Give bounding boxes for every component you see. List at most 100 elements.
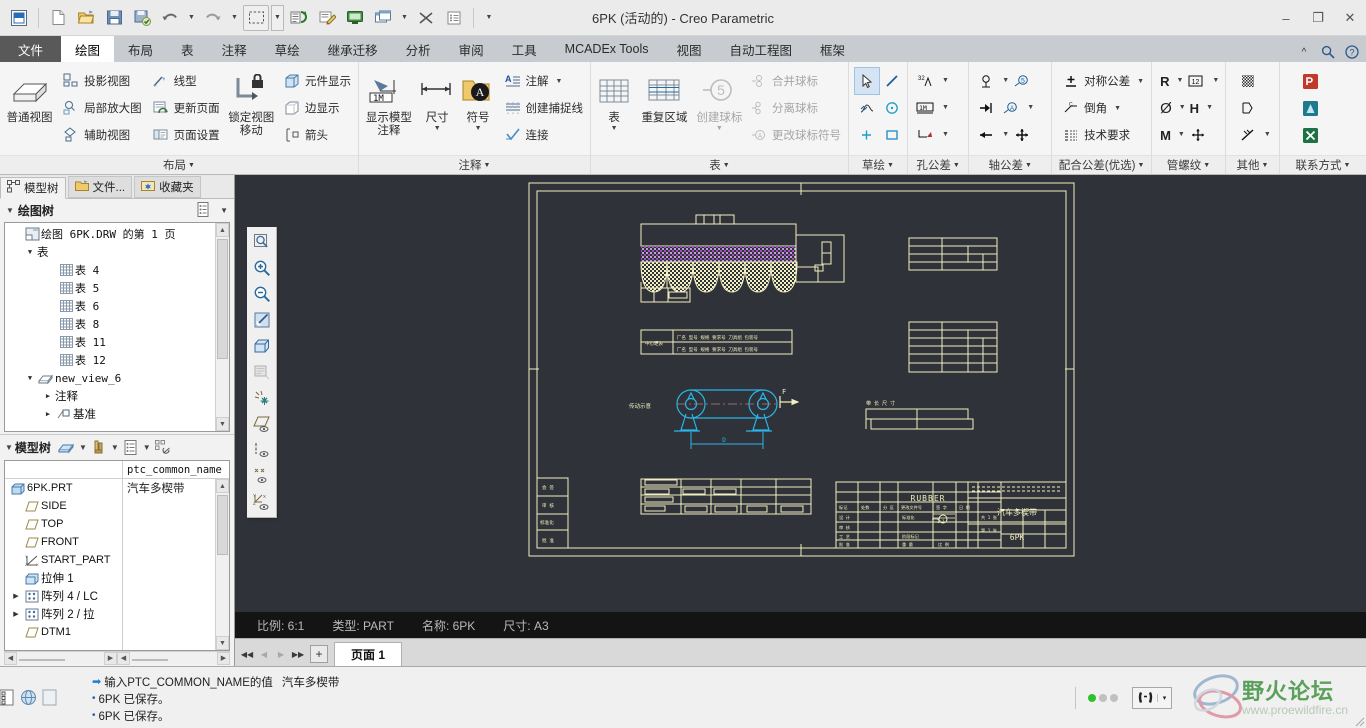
display-icon[interactable]: [342, 5, 368, 31]
search-icon[interactable]: [1320, 44, 1336, 60]
connect-button[interactable]: 连接: [500, 122, 588, 148]
geometric-tolerance-button[interactable]: [914, 122, 938, 148]
app-menu-icon[interactable]: [6, 5, 32, 31]
hscroll-right-arrow-icon-2[interactable]: ▶: [217, 651, 230, 665]
tab-frame[interactable]: 框架: [806, 36, 859, 62]
balloon-detail-caret-icon[interactable]: ▼: [1027, 95, 1034, 121]
chamfer-button[interactable]: C 倒角 ▼: [1058, 95, 1148, 121]
circle-tool-button[interactable]: [880, 95, 904, 121]
redo-icon[interactable]: [200, 5, 226, 31]
display-style-button[interactable]: [249, 333, 275, 359]
chamfer-caret-icon[interactable]: ▼: [1114, 105, 1121, 112]
datum-feature-button[interactable]: [974, 68, 998, 94]
symbol-caret-icon[interactable]: ▼: [475, 125, 482, 133]
settings-list-caret-icon[interactable]: ▼: [143, 443, 151, 452]
symmetric-tolerance-button[interactable]: 对称公差 ▼: [1058, 68, 1148, 94]
window-resize-grip[interactable]: [1353, 715, 1365, 727]
window-icon[interactable]: [370, 5, 396, 31]
update-sheet-button[interactable]: 更新页面: [148, 95, 224, 121]
technical-requirements-button[interactable]: 技术要求: [1058, 122, 1148, 148]
group-dialog-launcher-hole-tolerance[interactable]: ▼: [953, 162, 960, 169]
leader-arrow-caret-icon[interactable]: ▼: [1002, 122, 1009, 148]
tree-settings-icon[interactable]: [196, 201, 210, 220]
lock-view-movement-button[interactable]: 锁定视图 移动: [226, 66, 277, 138]
hscroll-right[interactable]: ◀ ▶: [117, 651, 230, 665]
drawing-canvas[interactable]: YZX 中心距表 厂名 型号 规格 要求号 刀具组 包装号 厂名 型号 规格 要…: [235, 175, 1366, 612]
tree-node-table-11[interactable]: 表 11: [5, 333, 229, 351]
auxiliary-view-button[interactable]: 辅助视图: [58, 122, 146, 148]
window-dropdown-icon[interactable]: ▼: [398, 5, 411, 31]
drawing-tree-scrollbar[interactable]: ▲ ▼: [215, 223, 229, 431]
zoom-out-button[interactable]: [249, 281, 275, 307]
ribbon-group-label-shaft-tolerance[interactable]: 轴公差 ▼: [969, 155, 1052, 174]
split-balloons-button[interactable]: 分离球标: [746, 95, 845, 121]
basic-dimension-button[interactable]: 12: [1184, 68, 1208, 94]
tab-review[interactable]: 审阅: [445, 36, 498, 62]
undo-icon[interactable]: [157, 5, 183, 31]
tree-node-table-6[interactable]: 表 6: [5, 297, 229, 315]
group-dialog-launcher-annotation[interactable]: ▼: [484, 162, 491, 169]
scroll-thumb[interactable]: [217, 495, 228, 555]
tree-node-table-12[interactable]: 表 12: [5, 351, 229, 369]
tab-auto-drawing[interactable]: 自动工程图: [716, 36, 807, 62]
tree-expander-annotations[interactable]: ▶: [41, 392, 55, 400]
tree-expander-datums[interactable]: ▶: [41, 410, 55, 418]
leader-arrow-button[interactable]: [974, 122, 998, 148]
crossed-lines-button[interactable]: [1236, 122, 1260, 148]
ribbon-collapse-icon[interactable]: ^: [1296, 44, 1312, 60]
excel-export-button[interactable]: [1298, 122, 1322, 148]
crossed-lines-caret-icon[interactable]: ▼: [1264, 122, 1271, 148]
zoom-fit-button[interactable]: [249, 229, 275, 255]
datum-target-button[interactable]: [974, 95, 998, 121]
model-node-dtm1[interactable]: DTM1: [5, 623, 122, 641]
scroll-down-icon[interactable]: ▼: [216, 636, 229, 650]
tree-node-table-5[interactable]: 表 5: [5, 279, 229, 297]
acrobat-export-button[interactable]: [1298, 95, 1322, 121]
datum-display-all-button[interactable]: [249, 385, 275, 411]
prev-page-button[interactable]: ◀: [256, 645, 272, 663]
minimize-button[interactable]: –: [1270, 4, 1302, 32]
tree-node-annotations[interactable]: ▶ 注释: [5, 387, 229, 405]
model-node-pattern-2[interactable]: ▶ 阵列 2 / 拉: [5, 605, 122, 623]
find-button[interactable]: ▾: [1132, 686, 1172, 709]
saved-views-button[interactable]: [249, 359, 275, 385]
tab-file[interactable]: 文件: [0, 36, 62, 62]
save-icon[interactable]: [101, 5, 127, 31]
tab-view[interactable]: 视图: [662, 36, 715, 62]
drawing-sheet[interactable]: 中心距表 厂名 型号 规格 要求号 刀具组 包装号 厂名 型号 规格 要求号 刀…: [528, 182, 1075, 557]
hole-h-caret-icon[interactable]: ▼: [1206, 95, 1213, 121]
model-node-front[interactable]: FRONT: [5, 533, 122, 551]
select-tool-button[interactable]: [854, 67, 880, 95]
model-display-caret-icon[interactable]: ▼: [79, 443, 87, 452]
scroll-up-icon[interactable]: ▲: [216, 479, 229, 493]
zoom-in-button[interactable]: [249, 255, 275, 281]
move-crosshair-button[interactable]: [1186, 122, 1210, 148]
tab-mcadex-tools[interactable]: MCADEx Tools: [551, 36, 663, 62]
group-dialog-launcher-shaft-tolerance[interactable]: ▼: [1025, 162, 1032, 169]
change-balloon-symbol-button[interactable]: A 更改球标符号: [746, 122, 845, 148]
axis-display-button[interactable]: [249, 437, 275, 463]
message-log-icon[interactable]: [0, 689, 15, 707]
metric-m-caret-icon[interactable]: ▼: [1178, 122, 1185, 148]
ribbon-group-label-contact[interactable]: 联系方式 ▼: [1280, 155, 1366, 174]
radius-caret-icon[interactable]: ▼: [1176, 68, 1183, 94]
ribbon-group-label-other[interactable]: 其他 ▼: [1225, 155, 1279, 174]
show-model-annotations-button[interactable]: 1M 显示模型 注释: [362, 66, 416, 138]
datum-1m-button[interactable]: 1M: [914, 95, 938, 121]
ribbon-group-label-layout[interactable]: 布局 ▼: [0, 155, 358, 174]
create-snap-line-button[interactable]: 创建捕捉线: [500, 95, 588, 121]
tree-columns-icon[interactable]: [153, 438, 173, 458]
tree-node-tables[interactable]: ▼ 表: [5, 243, 229, 261]
maximize-button[interactable]: ❐: [1302, 4, 1334, 32]
scroll-thumb[interactable]: [217, 239, 228, 359]
basic-dimension-caret-icon[interactable]: ▼: [1212, 68, 1219, 94]
tree-expander-tables[interactable]: ▼: [23, 248, 37, 256]
tab-draw[interactable]: 绘图: [61, 36, 115, 62]
model-node-6pk-prt[interactable]: 6PK.PRT: [5, 479, 122, 497]
crosshair-button[interactable]: [1010, 122, 1034, 148]
model-node-start-part[interactable]: YXZ START_PART: [5, 551, 122, 569]
navtab-favorites[interactable]: 收藏夹: [134, 176, 201, 198]
drawing-tree-header[interactable]: ▼ 绘图树 ▼: [0, 199, 234, 222]
filter-caret-icon[interactable]: ▼: [111, 443, 119, 452]
model-node-top[interactable]: TOP: [5, 515, 122, 533]
